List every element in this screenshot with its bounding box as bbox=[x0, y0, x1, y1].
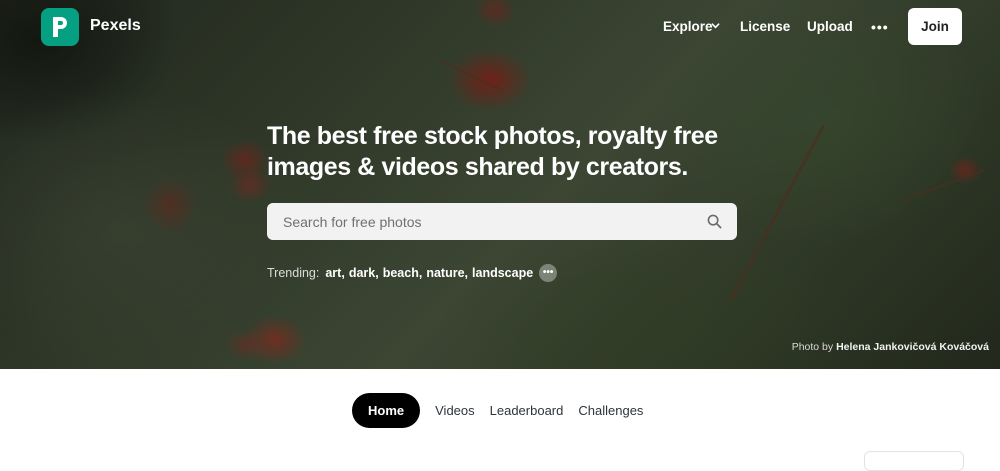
hero-overlay bbox=[0, 0, 1000, 369]
trending-separator: , bbox=[375, 266, 379, 280]
search-bar bbox=[267, 203, 737, 240]
trending-item-beach[interactable]: beach bbox=[383, 266, 419, 280]
brand-name[interactable]: Pexels bbox=[90, 17, 141, 35]
trending-item-nature[interactable]: nature bbox=[426, 266, 464, 280]
nav-upload[interactable]: Upload bbox=[807, 19, 853, 34]
pexels-logo-icon[interactable] bbox=[41, 8, 79, 46]
tab-leaderboard[interactable]: Leaderboard bbox=[490, 403, 564, 418]
hero-headline: The best free stock photos, royalty free… bbox=[267, 122, 718, 181]
join-button[interactable]: Join bbox=[908, 8, 962, 45]
tab-videos[interactable]: Videos bbox=[435, 403, 475, 418]
chevron-down-icon[interactable] bbox=[711, 21, 720, 30]
photo-credit[interactable]: Photo by Helena Jankovičová Kováčová bbox=[792, 341, 989, 353]
trending-label: Trending: bbox=[267, 266, 320, 280]
tab-challenges[interactable]: Challenges bbox=[578, 403, 643, 418]
trending-item-art[interactable]: art bbox=[325, 266, 341, 280]
trending-separator: , bbox=[418, 266, 423, 280]
trending-item-landscape[interactable]: landscape bbox=[472, 266, 533, 280]
nav-explore[interactable]: Explore bbox=[663, 19, 713, 34]
search-icon[interactable] bbox=[707, 214, 722, 229]
search-input[interactable] bbox=[267, 203, 697, 240]
trending-searches: Trending: art, dark, beach, nature, land… bbox=[267, 264, 558, 282]
photo-credit-prefix: Photo by bbox=[791, 341, 834, 353]
tab-home[interactable]: Home bbox=[352, 393, 421, 428]
trending-separator: , bbox=[464, 266, 469, 280]
trending-item-dark[interactable]: dark bbox=[349, 266, 375, 280]
trending-more-icon[interactable]: ••• bbox=[539, 264, 558, 282]
hero-banner: Pexels Explore License Upload ••• Join T… bbox=[0, 0, 1000, 369]
nav-license[interactable]: License bbox=[740, 19, 790, 34]
more-menu-icon[interactable]: ••• bbox=[871, 20, 889, 34]
trending-separator: , bbox=[341, 266, 345, 280]
content-tabs: Home Videos Leaderboard Challenges bbox=[352, 393, 658, 428]
top-navigation: Pexels Explore License Upload ••• Join bbox=[0, 0, 1000, 54]
filter-dropdown[interactable] bbox=[864, 451, 964, 471]
photo-credit-author[interactable]: Helena Jankovičová Kováčová bbox=[836, 341, 989, 353]
